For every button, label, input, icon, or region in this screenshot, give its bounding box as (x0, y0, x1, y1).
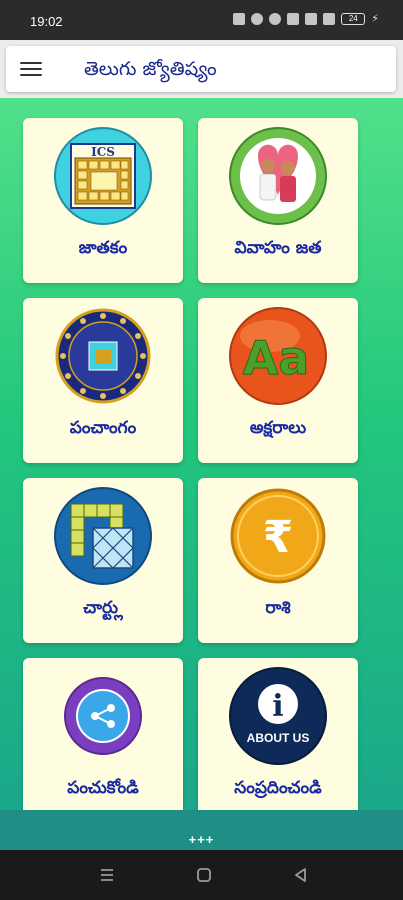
back-button[interactable] (290, 864, 312, 886)
app-toolbar: తెలుగు జ్యోతిష్యం (0, 40, 403, 98)
zodiac-wheel-icon (55, 308, 151, 404)
recents-icon (101, 869, 113, 881)
status-time: 19:02 (30, 14, 63, 29)
share-icon (64, 677, 142, 755)
system-nav-bar (0, 850, 403, 900)
signal-icon (305, 12, 318, 25)
svg-text:ABOUT US: ABOUT US (247, 731, 310, 745)
tile-share[interactable]: పంచుకోండి (23, 658, 183, 810)
tile-label: వివాహం జత (234, 238, 322, 258)
tile-label: పంచాంగం (69, 418, 137, 438)
tile-label: జాతకం (78, 238, 128, 258)
tile-label: చార్ట్లు (83, 598, 123, 618)
charging-icon: ⚡ (371, 12, 379, 25)
chart-grid-icon (54, 487, 152, 585)
tile-label: అక్షరాలు (249, 418, 307, 438)
tile-chartlu[interactable]: చార్ట్లు (23, 478, 183, 643)
wifi-icon (269, 12, 282, 25)
status-icons: 24 ⚡ (233, 12, 379, 25)
tile-rashi[interactable]: ₹ రాశి (198, 478, 358, 643)
volte-icon (287, 12, 300, 25)
bottom-strip: +++ (0, 810, 403, 850)
rupee-coin-icon: ₹ (230, 488, 326, 584)
svg-text:ICS: ICS (91, 145, 115, 159)
tile-label: సంప్రదించండి (234, 778, 322, 798)
hamburger-menu-icon[interactable] (20, 58, 44, 80)
home-icon (197, 868, 211, 882)
tile-aksharalu[interactable]: Aa అక్షరాలు (198, 298, 358, 463)
main-grid: ICS జాతకం వివాహం జత పంచాంగం Aa అక్షరాలు … (0, 98, 403, 810)
signal-icon (323, 12, 336, 25)
recents-button[interactable] (96, 864, 118, 886)
tile-about-us[interactable]: i ABOUT US సంప్రదించండి (198, 658, 358, 810)
app-title: తెలుగు జ్యోతిష్యం (84, 58, 217, 80)
alphabet-icon: Aa (229, 307, 327, 405)
wedding-couple-icon (229, 127, 327, 225)
info-icon: i ABOUT US (229, 667, 327, 765)
alarm-icon (251, 12, 264, 25)
tile-jatakam[interactable]: ICS జాతకం (23, 118, 183, 283)
back-icon (295, 868, 306, 882)
tile-vivaham-jata[interactable]: వివాహం జత (198, 118, 358, 283)
ics-grid-icon: ICS (54, 127, 152, 225)
more-indicator[interactable]: +++ (0, 832, 403, 847)
status-bar: 19:02 24 ⚡ (0, 0, 403, 40)
notification-icon (233, 12, 246, 25)
battery-icon: 24 (341, 12, 366, 25)
tile-label: రాశి (265, 598, 291, 618)
home-button[interactable] (193, 864, 215, 886)
tile-panchangam[interactable]: పంచాంగం (23, 298, 183, 463)
svg-text:₹: ₹ (263, 512, 294, 563)
svg-text:i: i (272, 689, 283, 724)
toolbar-card: తెలుగు జ్యోతిష్యం (6, 46, 396, 92)
tile-label: పంచుకోండి (67, 778, 139, 798)
svg-text:Aa: Aa (243, 331, 310, 385)
